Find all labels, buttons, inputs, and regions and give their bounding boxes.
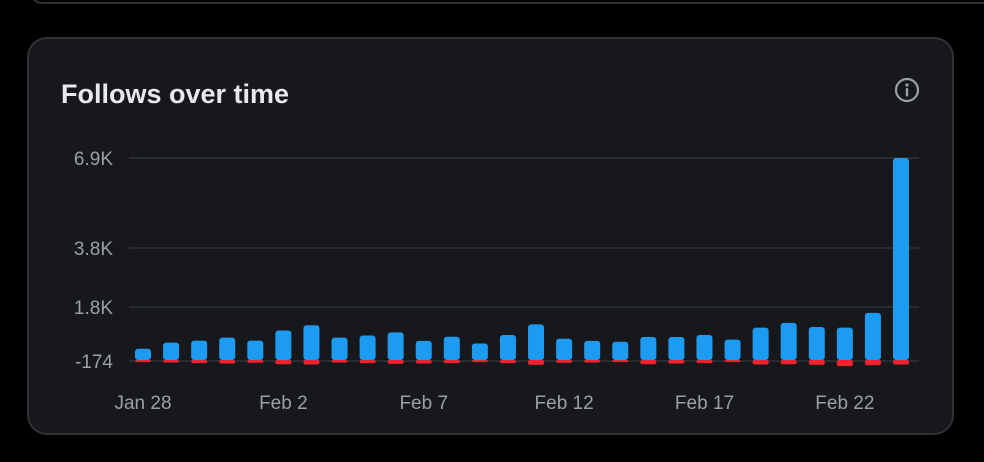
unfollows-bar[interactable] — [191, 360, 208, 364]
y-tick-label: 1.8K — [74, 298, 113, 319]
follows-bar[interactable] — [359, 335, 376, 360]
unfollows-bar[interactable] — [443, 360, 460, 364]
unfollows-bar[interactable] — [668, 360, 685, 364]
follows-bar[interactable] — [303, 325, 320, 360]
follows-bar[interactable] — [191, 340, 208, 360]
follows-bar[interactable] — [247, 340, 264, 360]
follows-bar[interactable] — [163, 342, 180, 360]
y-tick-label: 3.8K — [74, 239, 113, 260]
follows-bar[interactable] — [668, 337, 685, 360]
unfollows-bar[interactable] — [864, 360, 881, 366]
unfollows-bar[interactable] — [752, 360, 769, 365]
follows-bar[interactable] — [864, 312, 881, 360]
unfollows-bar[interactable] — [247, 360, 264, 363]
previous-card-edge — [30, 0, 984, 4]
x-tick-label: Feb 7 — [399, 393, 448, 414]
x-tick-label: Feb 17 — [675, 393, 734, 414]
follows-bar[interactable] — [387, 332, 404, 360]
follows-bar[interactable] — [836, 327, 853, 360]
y-tick-label: 6.9K — [74, 149, 113, 170]
follows-bar[interactable] — [275, 330, 292, 360]
follows-bar[interactable] — [780, 322, 797, 360]
unfollows-bar[interactable] — [331, 360, 348, 363]
x-tick-label: Feb 2 — [259, 393, 308, 414]
follows-bar[interactable] — [612, 341, 629, 360]
follows-bar[interactable] — [135, 348, 151, 360]
unfollows-bar[interactable] — [528, 360, 545, 365]
unfollows-bar[interactable] — [163, 360, 180, 363]
follows-bar[interactable] — [471, 343, 488, 360]
follows-bar-chart: 6.9K 3.8K 1.8K -174Jan 28 Feb 2 Feb 7 Feb 12 Fe… — [74, 149, 919, 414]
unfollows-bar[interactable] — [724, 360, 741, 363]
unfollows-bar[interactable] — [275, 360, 292, 365]
follows-bar[interactable] — [724, 339, 741, 360]
x-tick-label: Jan 28 — [114, 393, 171, 414]
follows-bar[interactable] — [584, 340, 601, 360]
unfollows-bar[interactable] — [499, 360, 516, 364]
follows-bar[interactable] — [499, 334, 516, 360]
unfollows-bar[interactable] — [387, 360, 404, 364]
unfollows-bar[interactable] — [696, 360, 713, 364]
x-tick-label: Feb 12 — [535, 393, 594, 414]
follows-bar[interactable] — [331, 337, 348, 360]
follows-bar[interactable] — [893, 158, 909, 360]
follows-over-time-card: Follows over time 6.9K 3.8K 1.8K -174 Jan 28… — [27, 37, 954, 435]
unfollows-bar[interactable] — [584, 360, 601, 363]
unfollows-bar[interactable] — [836, 360, 853, 367]
follows-bar[interactable] — [808, 327, 825, 360]
x-tick-label: Feb 22 — [815, 393, 874, 414]
follows-bar[interactable] — [443, 336, 460, 360]
follows-bar[interactable] — [640, 337, 657, 360]
unfollows-bar[interactable] — [893, 360, 909, 365]
follows-bar[interactable] — [752, 327, 769, 360]
unfollows-bar[interactable] — [640, 360, 657, 365]
unfollows-bar[interactable] — [471, 360, 488, 363]
unfollows-bar[interactable] — [135, 360, 151, 363]
unfollows-bar[interactable] — [808, 360, 825, 365]
follows-bar[interactable] — [415, 340, 432, 360]
unfollows-bar[interactable] — [359, 360, 376, 364]
follows-bar[interactable] — [219, 337, 236, 360]
follows-bar[interactable] — [528, 324, 545, 360]
unfollows-bar[interactable] — [612, 360, 629, 363]
unfollows-bar[interactable] — [415, 360, 432, 364]
unfollows-bar[interactable] — [303, 360, 320, 365]
follows-bar[interactable] — [556, 338, 573, 360]
unfollows-bar[interactable] — [219, 360, 236, 364]
unfollows-bar[interactable] — [780, 360, 797, 365]
y-tick-label: -174 — [75, 352, 113, 373]
follows-bar[interactable] — [696, 334, 713, 360]
unfollows-bar[interactable] — [556, 360, 573, 363]
